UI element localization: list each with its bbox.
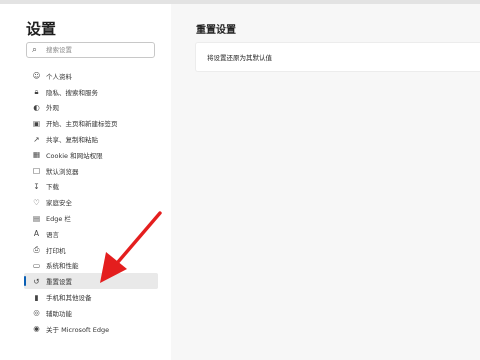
phone-icon: ▮ xyxy=(34,292,39,302)
sidebar-item-label: 下载 xyxy=(46,183,59,192)
sidebar-item-reset[interactable]: ↺ 重置设置 xyxy=(24,273,158,290)
sidebar-item-label: Edge 栏 xyxy=(46,215,71,224)
sidebar-item-about[interactable]: ◉ 关于 Microsoft Edge xyxy=(24,321,158,337)
printer-icon: ⎙ xyxy=(33,244,40,254)
language-icon: A xyxy=(33,229,40,239)
default-browser-icon: □ xyxy=(32,166,41,176)
sidebar-item-edge-bar[interactable]: ▤ Edge 栏 xyxy=(24,210,158,226)
sidebar-item-label: 系统和性能 xyxy=(46,262,79,271)
sidebar-item-label: 重置设置 xyxy=(46,278,72,287)
sidebar-item-label: 开始、主页和新建标签页 xyxy=(46,120,118,129)
settings-sidebar: 设置 ⌕ ☺ 个人资料 🔒︎ 隐私、搜索和服务 ◐ 外观 ▣ 开始、主页和新建标… xyxy=(0,4,172,360)
sidebar-item-label: 家庭安全 xyxy=(46,199,72,208)
sidebar-item-label: 语言 xyxy=(46,230,59,239)
sidebar-item-accessibility[interactable]: ◎ 辅助功能 xyxy=(24,305,158,321)
search-box[interactable]: ⌕ xyxy=(26,42,155,58)
cookie-icon: ▦ xyxy=(32,150,41,160)
settings-nav: ☺ 个人资料 🔒︎ 隐私、搜索和服务 ◐ 外观 ▣ 开始、主页和新建标签页 ↗ … xyxy=(24,68,158,337)
sidebar-item-share[interactable]: ↗ 共享、复制和粘贴 xyxy=(24,131,158,147)
sidebar-item-appearance[interactable]: ◐ 外观 xyxy=(24,100,158,116)
sidebar-item-downloads[interactable]: ↧ 下载 xyxy=(24,179,158,195)
appearance-icon: ◐ xyxy=(33,102,40,112)
sidebar-item-label: 隐私、搜索和服务 xyxy=(46,88,98,97)
edge-bar-icon: ▤ xyxy=(32,213,41,223)
sidebar-item-printers[interactable]: ⎙ 打印机 xyxy=(24,242,158,258)
sidebar-item-profile[interactable]: ☺ 个人资料 xyxy=(24,68,158,84)
sidebar-item-default-browser[interactable]: □ 默认浏览器 xyxy=(24,163,158,179)
sidebar-item-privacy[interactable]: 🔒︎ 隐私、搜索和服务 xyxy=(24,84,158,100)
share-icon: ↗ xyxy=(33,134,40,144)
settings-main-panel: 重置设置 将设置还原为其默认值 xyxy=(171,4,480,360)
start-home-icon: ▣ xyxy=(32,118,41,128)
accessibility-icon: ◎ xyxy=(33,308,40,318)
sidebar-item-cookie[interactable]: ▦ Cookie 和网站权限 xyxy=(24,147,158,163)
privacy-lock-icon: 🔒︎ xyxy=(34,86,39,96)
search-input[interactable] xyxy=(46,46,146,54)
sidebar-item-label: 默认浏览器 xyxy=(46,167,79,176)
sidebar-item-phone[interactable]: ▮ 手机和其他设备 xyxy=(24,289,158,305)
restore-defaults-option[interactable]: 将设置还原为其默认值 xyxy=(195,42,480,72)
profile-icon: ☺ xyxy=(32,71,41,81)
search-icon: ⌕ xyxy=(32,45,38,55)
system-icon: ▭ xyxy=(32,260,41,270)
settings-title: 设置 xyxy=(26,20,57,38)
sidebar-item-system[interactable]: ▭ 系统和性能 xyxy=(24,258,158,274)
sidebar-item-label: 手机和其他设备 xyxy=(46,294,92,303)
sidebar-item-label: 外观 xyxy=(46,104,59,113)
sidebar-item-label: 打印机 xyxy=(46,246,66,255)
sidebar-item-label: Cookie 和网站权限 xyxy=(46,151,103,160)
sidebar-item-label: 共享、复制和粘贴 xyxy=(46,136,98,145)
family-icon: ♡ xyxy=(33,197,40,207)
page-title: 重置设置 xyxy=(196,25,236,36)
sidebar-item-label: 辅助功能 xyxy=(46,309,72,318)
sidebar-item-family[interactable]: ♡ 家庭安全 xyxy=(24,194,158,210)
sidebar-item-label: 个人资料 xyxy=(46,72,72,81)
sidebar-item-language[interactable]: A 语言 xyxy=(24,226,158,242)
edge-logo-icon: ◉ xyxy=(33,324,40,334)
reset-icon: ↺ xyxy=(33,276,40,286)
restore-defaults-label: 将设置还原为其默认值 xyxy=(207,54,272,62)
download-icon: ↧ xyxy=(33,181,40,191)
sidebar-item-label: 关于 Microsoft Edge xyxy=(46,325,110,334)
sidebar-item-start-home[interactable]: ▣ 开始、主页和新建标签页 xyxy=(24,115,158,131)
